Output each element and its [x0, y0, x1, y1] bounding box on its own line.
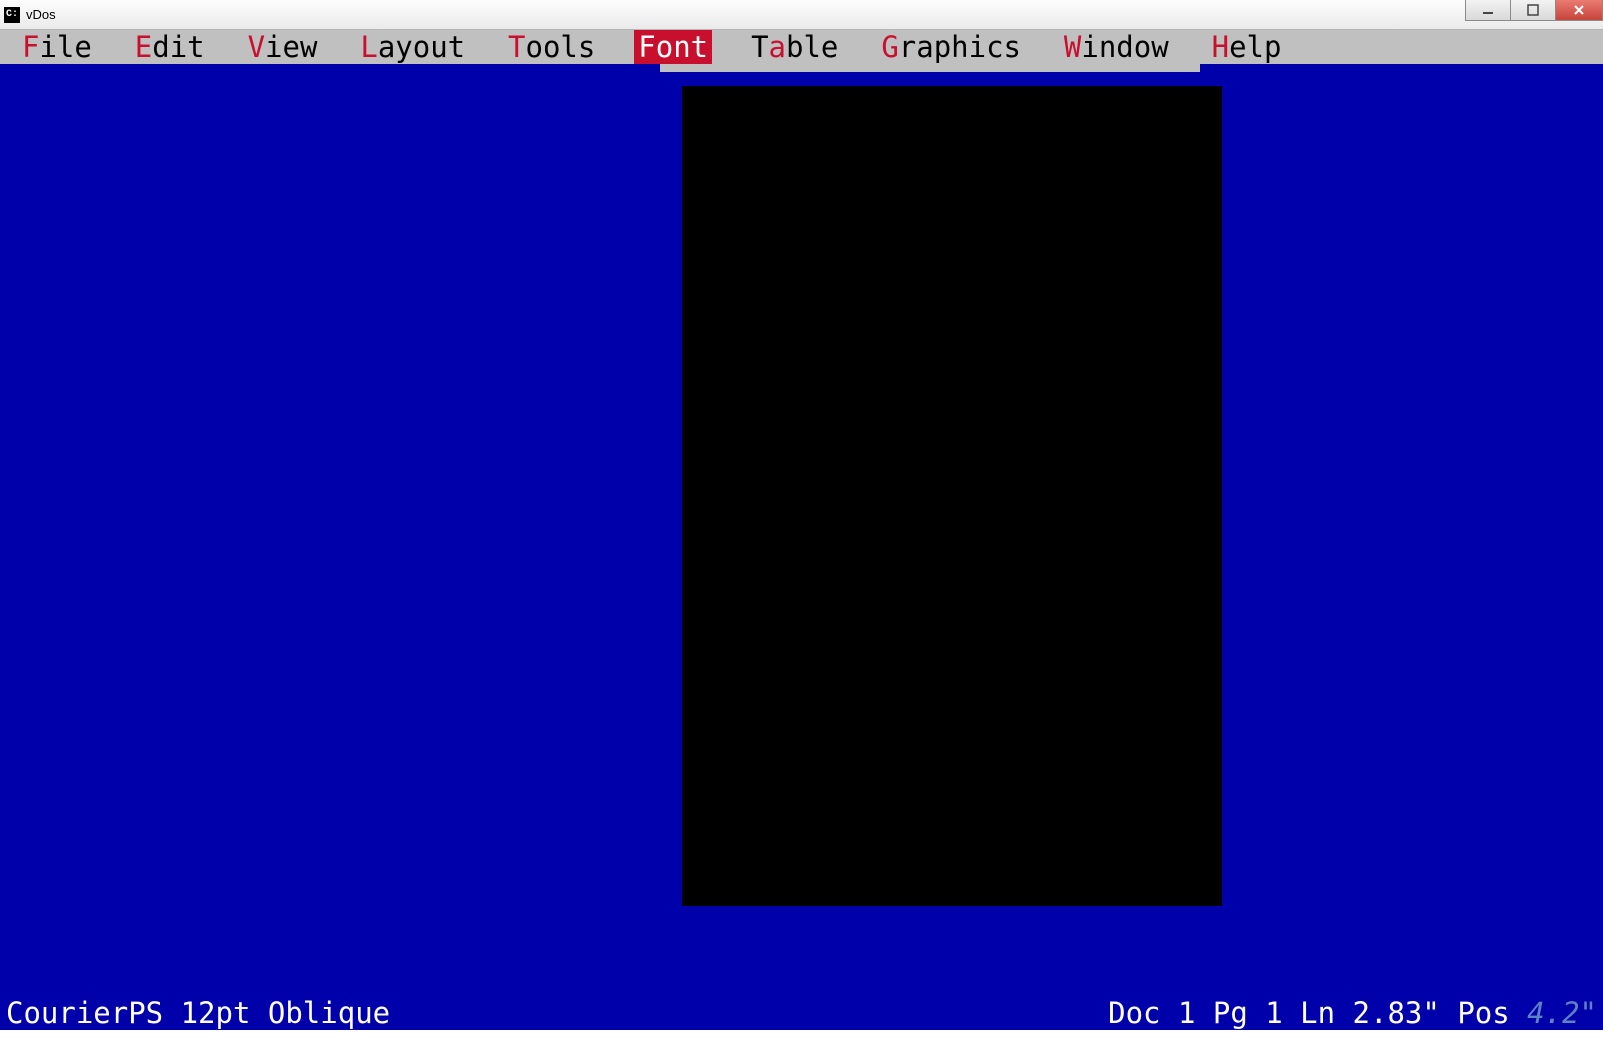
status-right: Doc 1 Pg 1 Ln 2.83" Pos 4.2"	[968, 962, 1597, 1064]
close-icon	[1573, 4, 1585, 16]
maximize-button[interactable]	[1510, 0, 1556, 21]
app-icon: C:	[4, 7, 20, 23]
mnemonic: T	[508, 30, 525, 64]
minimize-button[interactable]	[1465, 0, 1511, 21]
dropdown-shadow	[682, 86, 1222, 906]
mnemonic: F	[22, 30, 39, 64]
menu-window[interactable]: Window	[1060, 30, 1173, 64]
window-frame: C: vDos File Edit View Layout Tools Font…	[0, 0, 1603, 1030]
mnemonic: F	[638, 30, 655, 64]
window-title: vDos	[26, 8, 56, 21]
menu-graphics[interactable]: Graphics	[877, 30, 1025, 64]
mnemonic: a	[769, 30, 786, 64]
status-left: CourierPS 12pt Oblique	[6, 996, 390, 1030]
menu-edit[interactable]: Edit	[131, 30, 209, 64]
mnemonic: G	[881, 30, 898, 64]
font-dropdown-menu[interactable]	[660, 64, 1200, 72]
menu-font[interactable]: Font	[634, 30, 712, 64]
menubar[interactable]: File Edit View Layout Tools Font Table G…	[0, 30, 1603, 64]
window-controls	[1466, 0, 1603, 21]
menu-tools[interactable]: Tools	[504, 30, 599, 64]
status-right-main: Doc 1 Pg 1 Ln 2.83" Pos	[1108, 996, 1527, 1030]
menu-file[interactable]: File	[18, 30, 96, 64]
menu-table[interactable]: Table	[747, 30, 842, 64]
status-bar: CourierPS 12pt Oblique Doc 1 Pg 1 Ln 2.8…	[0, 996, 1603, 1030]
mnemonic: E	[135, 30, 152, 64]
menu-view[interactable]: View	[244, 30, 322, 64]
dos-screen: File Edit View Layout Tools Font Table G…	[0, 30, 1603, 1030]
status-right-pos: 4.2"	[1527, 996, 1597, 1030]
mnemonic: H	[1212, 30, 1229, 64]
mnemonic: W	[1064, 30, 1081, 64]
mnemonic: L	[360, 30, 377, 64]
minimize-icon	[1482, 4, 1494, 16]
close-button[interactable]	[1555, 0, 1603, 21]
menu-help[interactable]: Help	[1208, 30, 1286, 64]
maximize-icon	[1527, 4, 1539, 16]
mnemonic: V	[248, 30, 265, 64]
titlebar[interactable]: C: vDos	[0, 0, 1603, 30]
menu-layout[interactable]: Layout	[356, 30, 469, 64]
